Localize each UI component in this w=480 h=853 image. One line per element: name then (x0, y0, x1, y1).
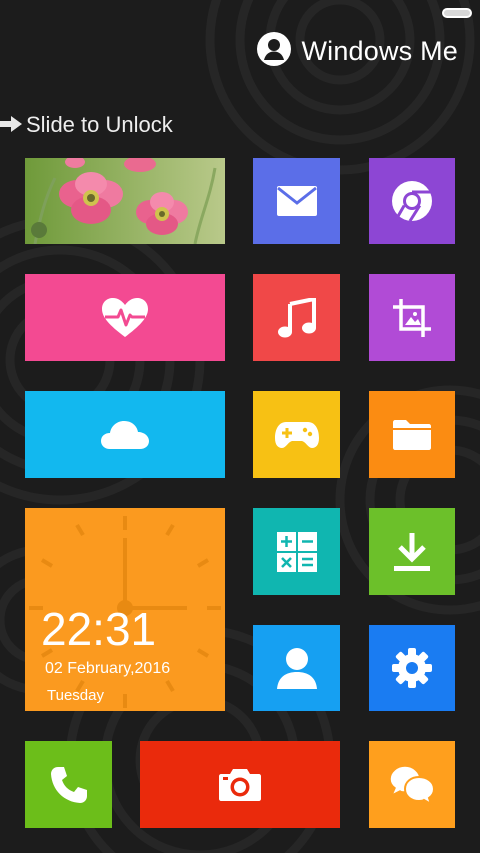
tile-chrome[interactable] (369, 158, 455, 244)
phone-icon (50, 766, 87, 803)
tile-settings[interactable] (369, 625, 455, 711)
tile-weather[interactable] (25, 391, 225, 478)
folder-icon (393, 419, 431, 450)
tile-camera[interactable] (140, 741, 340, 828)
clock-time: 22:31 (41, 603, 157, 655)
heart-pulse-icon (102, 297, 148, 337)
contact-icon (276, 648, 317, 689)
gamepad-icon (274, 421, 319, 448)
clock-day: Tuesday (47, 687, 104, 704)
crop-icon (393, 298, 431, 337)
tile-download[interactable] (369, 508, 455, 595)
music-note-icon (277, 297, 316, 337)
tile-messages[interactable] (369, 741, 455, 828)
tile-mail[interactable] (253, 158, 340, 244)
tile-health[interactable] (25, 274, 225, 361)
clock-date: 02 February,2016 (45, 660, 171, 677)
tile-files[interactable] (369, 391, 455, 478)
flower-photo (25, 158, 225, 244)
user-avatar-icon (257, 32, 292, 71)
tile-games[interactable] (253, 391, 340, 478)
slide-to-unlock[interactable]: Slide to Unlock (0, 112, 173, 138)
tile-photos[interactable] (25, 158, 225, 244)
download-icon (394, 532, 430, 571)
chrome-icon (392, 181, 432, 222)
chat-icon (389, 764, 435, 805)
tile-phone[interactable] (25, 741, 112, 828)
gear-icon (392, 648, 432, 688)
calculator-icon (276, 531, 317, 572)
tile-calculator[interactable] (253, 508, 340, 595)
cloud-icon (101, 420, 149, 449)
tile-music[interactable] (253, 274, 340, 361)
user-name: Windows Me (301, 36, 458, 66)
camera-icon (219, 768, 261, 801)
slide-to-unlock-label: Slide to Unlock (26, 112, 173, 137)
tile-crop[interactable] (369, 274, 455, 361)
battery-icon (442, 8, 472, 18)
tile-clock[interactable]: 22:31 02 February,2016 Tuesday (25, 508, 225, 711)
tile-contacts[interactable] (253, 625, 340, 711)
user-account[interactable]: Windows Me (257, 32, 458, 71)
arrow-right-icon (0, 112, 22, 138)
mail-icon (276, 186, 317, 216)
